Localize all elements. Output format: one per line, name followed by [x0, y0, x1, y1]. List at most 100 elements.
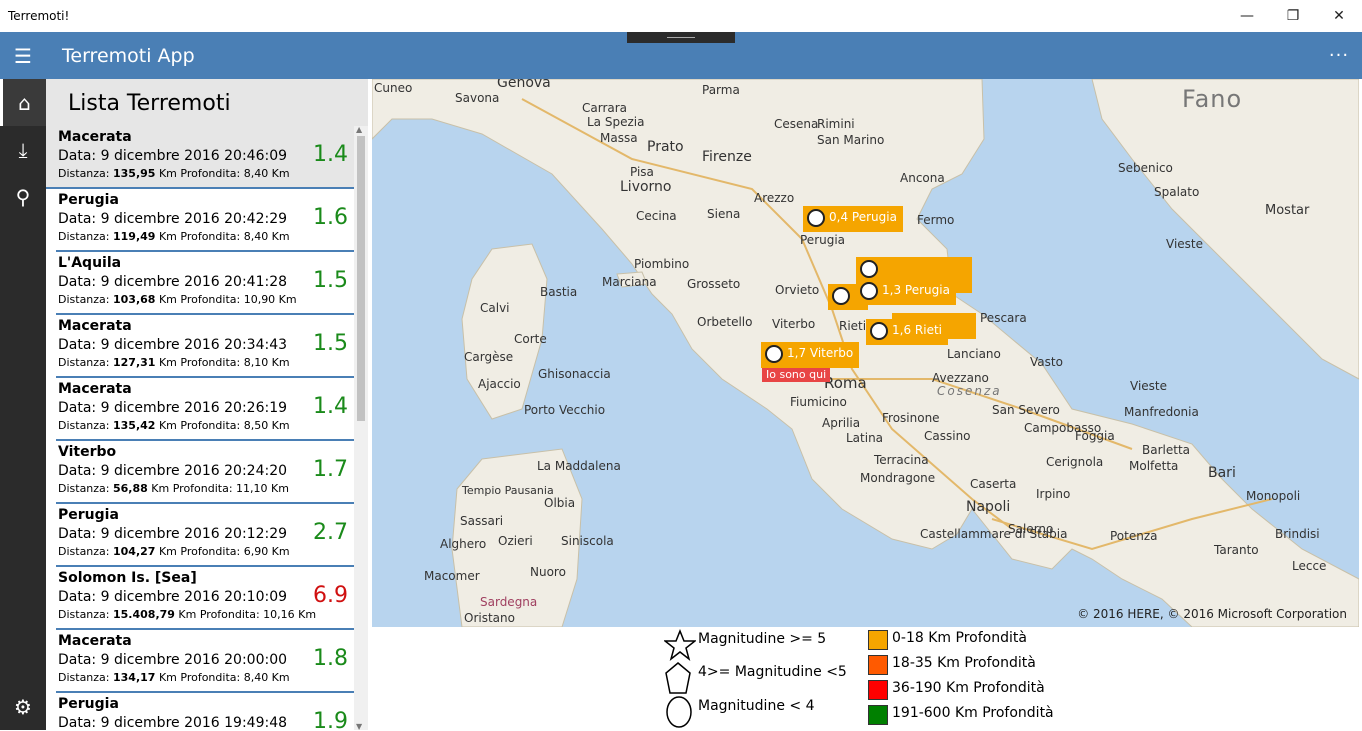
item-distance: Distanza: 15.408,79 Km Profondita: 10,16…: [58, 608, 317, 621]
item-distance: Distanza: 135,42 Km Profondita: 8,50 Km: [58, 419, 290, 432]
hamburger-menu-icon[interactable]: ☰: [0, 32, 46, 79]
earthquake-list-item[interactable]: Macerata Data: 9 dicembre 2016 20:46:09 Di…: [46, 126, 354, 189]
map-copyright: © 2016 HERE, © 2016 Microsoft Corporatio…: [1077, 607, 1347, 621]
earthquake-pin-dot: [807, 209, 825, 227]
map-label: Cuneo: [374, 81, 413, 95]
map-label: Cerignola: [1046, 455, 1104, 469]
map-label: Grosseto: [687, 277, 741, 291]
legend-label: 36-190 Km Profondità: [892, 680, 1045, 696]
map-label: Sassari: [460, 514, 504, 528]
item-place: Solomon Is. [Sea]: [58, 570, 197, 586]
map-view[interactable]: Cuneo Genova Savona Parma Carrara Massa …: [372, 79, 1359, 627]
earthquake-list-item[interactable]: Macerata Data: 9 dicembre 2016 20:34:43 Di…: [56, 315, 354, 378]
earthquake-list-item[interactable]: Perugia Data: 9 dicembre 2016 19:49:48 1.9: [56, 693, 354, 730]
map-label: Lecce: [1292, 559, 1327, 573]
list-scrollbar[interactable]: ▲ ▼: [354, 125, 368, 731]
window-title: Terremoti!: [8, 9, 70, 23]
legend-label: 0-18 Km Profondità: [892, 630, 1027, 646]
circle-icon: [666, 696, 692, 728]
map-label: Rieti: [839, 319, 867, 333]
legend-label: 191-600 Km Profondità: [892, 705, 1054, 721]
map-label: Marciana: [602, 275, 657, 289]
close-button[interactable]: ✕: [1316, 0, 1362, 32]
my-location-marker[interactable]: Io sono qui: [762, 367, 831, 382]
map-label: Spalato: [1154, 185, 1200, 199]
map-label: Terracina: [874, 453, 929, 467]
map-label: Perugia: [800, 233, 846, 247]
map-label: Orvieto: [775, 283, 820, 297]
navigation-pane: ⌂ ⤓ ⚲ ⚙: [0, 79, 46, 730]
map-label: Taranto: [1214, 543, 1259, 557]
drag-handle[interactable]: [627, 32, 735, 43]
map-label: Genova: [497, 79, 551, 91]
item-distance: Distanza: 134,17 Km Profondita: 8,40 Km: [58, 671, 290, 684]
map-label: Fiumicino: [790, 395, 847, 409]
map-label: Roma: [824, 374, 867, 392]
map-label: Nuoro: [530, 565, 566, 579]
map-label: Pescara: [980, 311, 1027, 325]
map-label: Bari: [1208, 465, 1236, 481]
earthquake-list-item[interactable]: Perugia Data: 9 dicembre 2016 20:42:29 Dis…: [56, 189, 354, 252]
item-date: Data: 9 dicembre 2016 20:42:29: [58, 211, 288, 227]
map-label: Brindisi: [1275, 527, 1320, 541]
item-magnitude: 2.7: [313, 520, 348, 545]
location-pin-icon[interactable]: ⚲: [0, 173, 46, 220]
map-label: Barletta: [1142, 443, 1190, 457]
legend-label: 18-35 Km Profondità: [892, 655, 1036, 671]
map-label: Castellammare di Stabia: [920, 527, 1068, 541]
scrollbar-thumb[interactable]: [357, 136, 365, 421]
item-date: Data: 9 dicembre 2016 20:26:19: [58, 400, 288, 416]
item-place: Perugia: [58, 696, 119, 712]
window-titlebar: Terremoti! — ❐ ✕: [0, 0, 1362, 32]
map-label: Potenza: [1110, 529, 1158, 543]
more-options-icon[interactable]: ···: [1316, 45, 1362, 66]
earthquake-list[interactable]: Macerata Data: 9 dicembre 2016 20:46:09 Di…: [46, 126, 356, 730]
scroll-up-arrow-icon[interactable]: ▲: [356, 125, 362, 134]
map-label: Piombino: [634, 257, 690, 271]
earthquake-pin-dot: [870, 322, 888, 340]
earthquake-pin[interactable]: 1,7 Viterbo: [761, 342, 860, 368]
settings-gear-icon[interactable]: ⚙: [0, 683, 46, 730]
download-icon[interactable]: ⤓: [0, 126, 46, 173]
restore-button[interactable]: ❐: [1270, 0, 1316, 32]
map-label: Mostar: [1265, 203, 1310, 218]
earthquake-pin[interactable]: 1,6 Rieti: [866, 319, 948, 345]
earthquake-pin[interactable]: 0,4 Perugia: [803, 206, 903, 232]
item-date: Data: 9 dicembre 2016 20:41:28: [58, 274, 288, 290]
map-label: Viterbo: [772, 317, 816, 331]
item-distance: Distanza: 104,27 Km Profondita: 6,90 Km: [58, 545, 290, 558]
item-distance: Distanza: 119,49 Km Profondita: 8,40 Km: [58, 230, 290, 243]
map-label: Tempio Pausania: [462, 484, 554, 497]
map-label: Mondragone: [860, 471, 936, 485]
map-label: Firenze: [702, 149, 752, 165]
item-place: Macerata: [58, 633, 132, 649]
earthquake-list-item[interactable]: L'Aquila Data: 9 dicembre 2016 20:41:28 Di…: [56, 252, 354, 315]
map-legend: Magnitudine >= 5 4>= Magnitudine <5 Magn…: [372, 627, 1359, 730]
legend-label: Magnitudine >= 5: [698, 631, 827, 647]
map-label: Arezzo: [754, 191, 795, 205]
item-date: Data: 9 dicembre 2016 20:46:09: [58, 148, 288, 164]
home-icon[interactable]: ⌂: [0, 79, 46, 126]
depth-color-swatch: [868, 705, 888, 725]
item-magnitude: 1.5: [313, 268, 348, 293]
earthquake-list-panel: Lista Terremoti Macerata Data: 9 dicembre…: [46, 79, 368, 731]
minimize-button[interactable]: —: [1224, 0, 1270, 32]
map-label: Fermo: [917, 213, 955, 227]
item-place: Perugia: [58, 507, 119, 523]
earthquake-list-item[interactable]: Macerata Data: 9 dicembre 2016 20:00:00 Di…: [56, 630, 354, 693]
map-label: Cosenza: [937, 384, 1002, 398]
earthquake-pin[interactable]: 1,3 Perugia: [856, 279, 956, 305]
map-label: Lanciano: [947, 347, 1001, 361]
map-label: Vieste: [1130, 379, 1168, 393]
item-distance: Distanza: 127,31 Km Profondita: 8,10 Km: [58, 356, 290, 369]
map-label: Latina: [846, 431, 884, 445]
map-label: Ajaccio: [478, 377, 521, 391]
earthquake-list-item[interactable]: Solomon Is. [Sea] Data: 9 dicembre 2016 2…: [56, 567, 354, 630]
earthquake-list-item[interactable]: Perugia Data: 9 dicembre 2016 20:12:29 Dis…: [56, 504, 354, 567]
map-label: Cassino: [924, 429, 971, 443]
earthquake-list-item[interactable]: Macerata Data: 9 dicembre 2016 20:26:19 Di…: [56, 378, 354, 441]
map-label: Avezzano: [932, 371, 989, 385]
map-label: Rimini: [817, 117, 855, 131]
earthquake-list-item[interactable]: Viterbo Data: 9 dicembre 2016 20:24:20 Dis…: [56, 441, 354, 504]
map-label: Cecina: [636, 209, 677, 223]
